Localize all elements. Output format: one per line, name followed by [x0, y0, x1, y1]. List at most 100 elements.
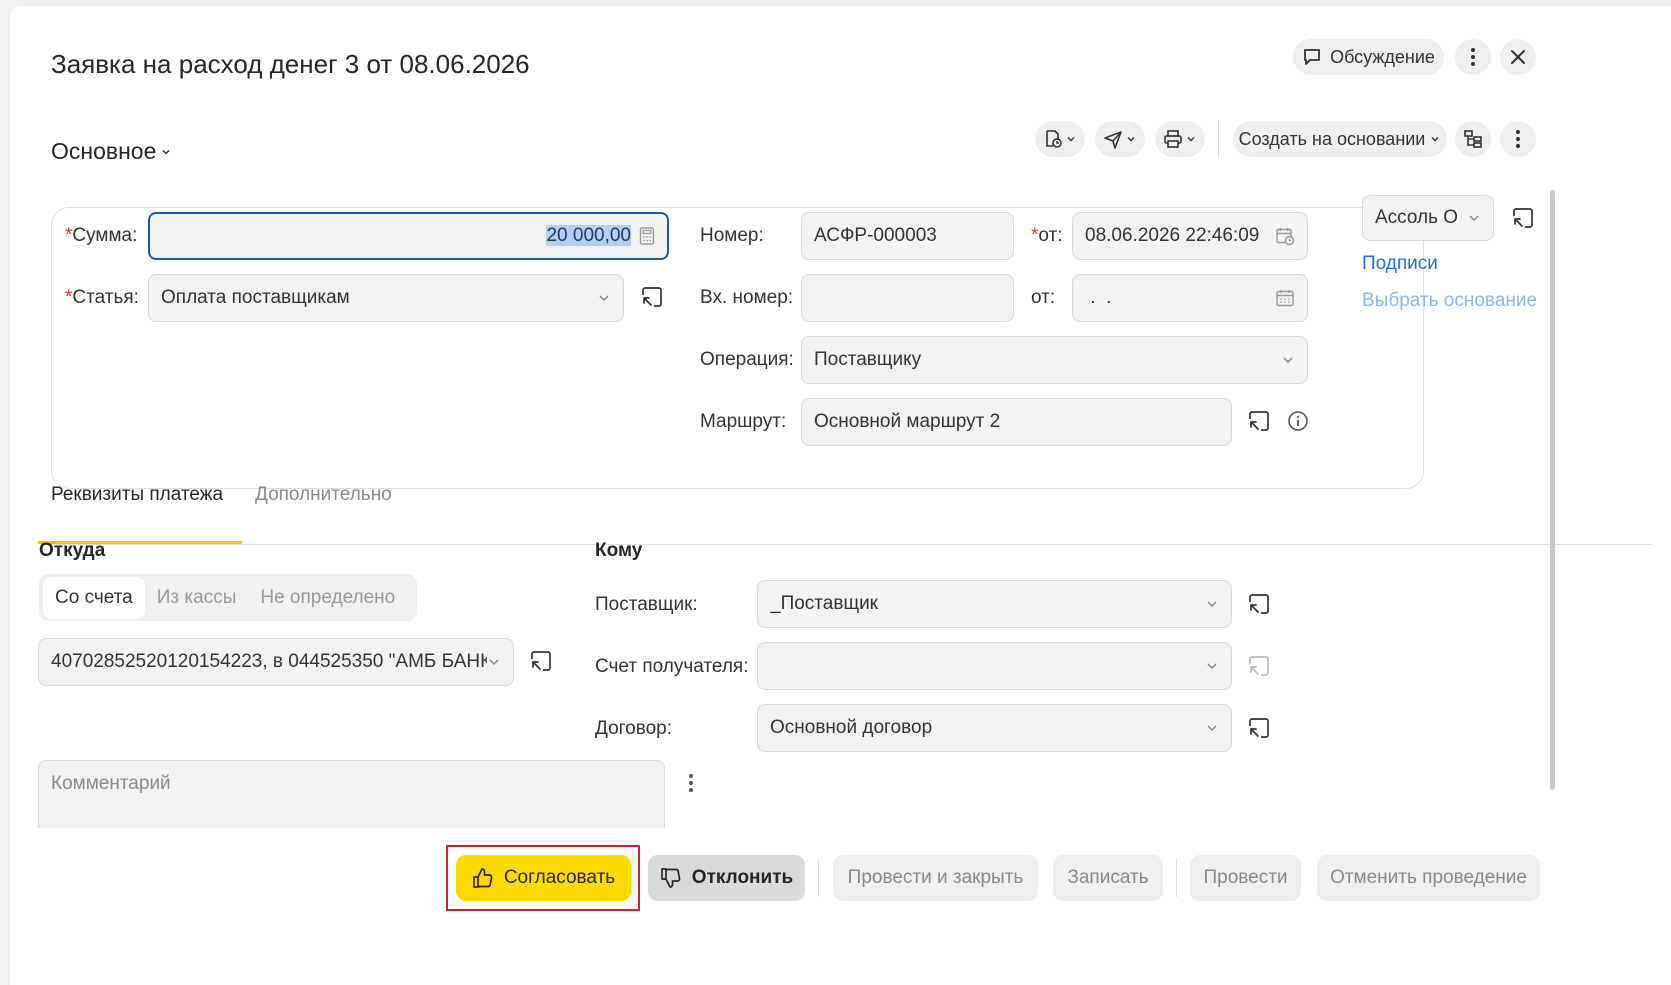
source-option-undefined[interactable]: Не определено: [248, 577, 407, 619]
chevron-down-icon[interactable]: [1205, 659, 1219, 673]
chevron-down-icon[interactable]: [1281, 353, 1295, 367]
post-button[interactable]: Провести: [1190, 855, 1301, 901]
route-field[interactable]: Основной маршрут 2: [801, 398, 1232, 446]
section-label: Основное: [51, 138, 157, 164]
hierarchy-icon: [1463, 129, 1483, 149]
contract-value: Основной договор: [770, 717, 933, 738]
source-option-account[interactable]: Со счета: [43, 576, 145, 619]
send-button[interactable]: [1095, 121, 1145, 157]
calendar-icon[interactable]: [1275, 288, 1295, 308]
discussion-button[interactable]: Обсуждение: [1293, 39, 1444, 75]
footer-divider: [818, 859, 819, 897]
open-supplier-button[interactable]: [1244, 589, 1274, 619]
post-and-close-button[interactable]: Провести и закрыть: [833, 855, 1038, 901]
article-value: Оплата поставщикам: [161, 287, 350, 308]
operation-label: Операция:: [700, 349, 794, 370]
organization-field[interactable]: Ассоль О: [1362, 195, 1494, 241]
in-date-value: . .: [1085, 287, 1112, 308]
organization-value: Ассоль О: [1375, 207, 1459, 228]
scrollbar[interactable]: [1550, 190, 1555, 790]
operation-field[interactable]: Поставщику: [801, 336, 1308, 384]
chat-bubble-icon: [1302, 47, 1322, 67]
article-label-text: Статья:: [72, 287, 139, 308]
open-article-button[interactable]: [637, 282, 667, 312]
create-based-on-button[interactable]: Создать на основании: [1233, 121, 1447, 157]
contract-label: Договор:: [595, 718, 673, 739]
date-label-text: от:: [1038, 225, 1063, 246]
tabs-divider: [51, 544, 1652, 545]
footer-divider: [1176, 859, 1177, 897]
open-account-button[interactable]: [526, 646, 556, 676]
close-icon: [1509, 48, 1527, 66]
source-switch: Со счета Из кассы Не определено: [39, 574, 417, 621]
article-field[interactable]: Оплата поставщикам: [148, 274, 624, 322]
chevron-down-icon[interactable]: [1205, 721, 1219, 735]
kebab-icon: [1470, 47, 1476, 67]
tab-additional[interactable]: Дополнительно: [255, 484, 392, 506]
chevron-down-icon[interactable]: [1205, 597, 1219, 611]
chevron-down-icon: [160, 146, 172, 158]
date-label: *от:: [1031, 225, 1063, 247]
contract-field[interactable]: Основной договор: [757, 704, 1232, 752]
signatures-link[interactable]: Подписи: [1362, 253, 1438, 275]
date-field[interactable]: 08.06.2026 22:46:09: [1072, 212, 1308, 260]
structure-button[interactable]: [1455, 121, 1491, 157]
close-button[interactable]: [1500, 39, 1536, 75]
route-label: Маршрут:: [700, 411, 787, 432]
sum-label-text: Сумма:: [72, 225, 138, 246]
sum-value: 20 000,00: [546, 225, 631, 246]
approve-highlight: [446, 845, 640, 911]
chevron-down-icon: [1125, 133, 1137, 145]
in-number-label: Вх. номер:: [700, 287, 794, 308]
window-more-button[interactable]: [1455, 39, 1491, 75]
reject-button[interactable]: Отклонить: [648, 855, 805, 901]
in-number-field[interactable]: [801, 274, 1014, 322]
account-field[interactable]: 40702852520120154223, в 044525350 "АМБ Б…: [38, 638, 514, 686]
document-status-button[interactable]: [1035, 121, 1085, 157]
chevron-down-icon[interactable]: [597, 291, 611, 305]
print-button[interactable]: [1155, 121, 1205, 157]
chevron-down-icon[interactable]: [487, 655, 501, 669]
open-link-icon: [1247, 716, 1271, 740]
supplier-field[interactable]: _Поставщик: [757, 580, 1232, 628]
source-option-cash[interactable]: Из кассы: [145, 577, 249, 619]
save-button[interactable]: Записать: [1053, 855, 1163, 901]
create-based-on-label: Создать на основании: [1238, 128, 1426, 149]
discussion-label: Обсуждение: [1330, 46, 1435, 67]
open-organization-button[interactable]: [1508, 203, 1538, 233]
number-field[interactable]: АСФР-000003: [801, 212, 1014, 260]
section-selector[interactable]: Основное: [51, 138, 172, 165]
article-label: *Статья:: [65, 287, 139, 309]
document-window: Заявка на расход денег 3 от 08.06.2026 О…: [10, 6, 1671, 985]
sum-label: *Сумма:: [65, 225, 137, 247]
unpost-button[interactable]: Отменить проведение: [1317, 855, 1540, 901]
comment-more-button[interactable]: [676, 768, 706, 798]
open-contract-button[interactable]: [1244, 713, 1274, 743]
date-value: 08.06.2026 22:46:09: [1085, 225, 1260, 246]
recipient-account-field[interactable]: [757, 642, 1232, 690]
chevron-down-icon[interactable]: [1467, 211, 1481, 225]
calculator-icon[interactable]: [639, 227, 655, 245]
choose-basis-link[interactable]: Выбрать основание: [1362, 290, 1537, 312]
in-date-field[interactable]: . .: [1072, 274, 1308, 322]
supplier-label: Поставщик:: [595, 594, 698, 615]
toolbar-more-button[interactable]: [1500, 121, 1536, 157]
chevron-down-icon: [1429, 133, 1441, 145]
send-icon: [1103, 129, 1123, 149]
tab-payment-details[interactable]: Реквизиты платежа: [51, 484, 223, 506]
sum-field[interactable]: 20 000,00: [148, 212, 669, 260]
route-value: Основной маршрут 2: [814, 411, 1001, 432]
reject-label: Отклонить: [691, 867, 794, 888]
open-link-icon: [1247, 654, 1271, 678]
account-value: 40702852520120154223, в 044525350 "АМБ Б…: [51, 651, 487, 672]
open-route-button[interactable]: [1244, 406, 1274, 436]
in-date-label: от:: [1031, 287, 1056, 308]
document-clock-icon: [1043, 129, 1063, 149]
route-info-button[interactable]: [1283, 406, 1313, 436]
comment-textarea[interactable]: Комментарий: [38, 760, 665, 828]
open-link-icon: [640, 285, 664, 309]
open-recipient-account-button[interactable]: [1244, 651, 1274, 681]
calendar-clock-icon[interactable]: [1275, 226, 1295, 246]
kebab-icon: [688, 773, 694, 793]
printer-icon: [1163, 129, 1183, 149]
